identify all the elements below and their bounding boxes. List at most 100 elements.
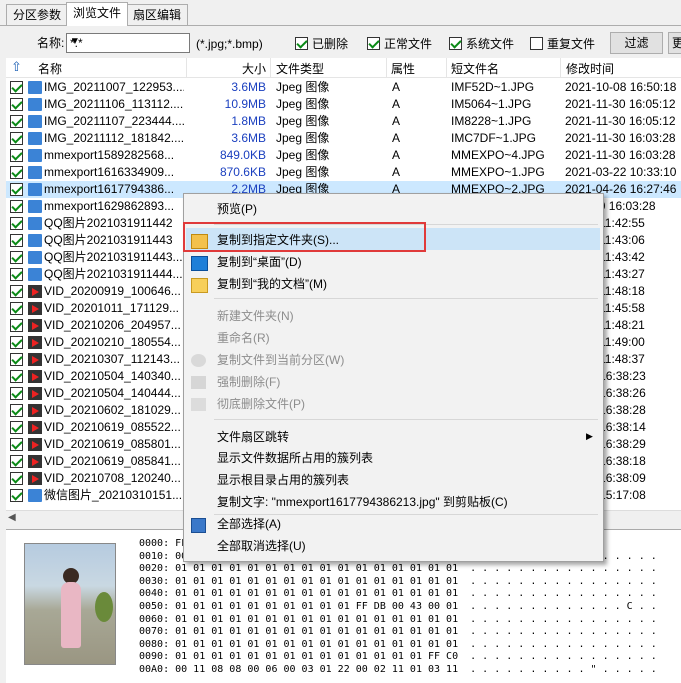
cell-name: 微信图片_20210310151...: [44, 488, 183, 502]
col-attr[interactable]: 属性: [391, 60, 415, 77]
table-row[interactable]: IMG_20211007_122953.... 3.6MB Jpeg 图像 A IMF5…: [6, 79, 681, 96]
row-checkbox[interactable]: [10, 387, 23, 400]
image-file-icon: [28, 489, 42, 502]
row-checkbox[interactable]: [10, 489, 23, 502]
column-divider: [270, 58, 271, 77]
row-checkbox[interactable]: [10, 268, 23, 281]
cell-name: QQ图片2021031911443: [44, 233, 173, 247]
row-checkbox[interactable]: [10, 285, 23, 298]
cell-name: VID_20210708_120240...: [44, 471, 181, 485]
row-checkbox[interactable]: [10, 81, 23, 94]
row-checkbox[interactable]: [10, 336, 23, 349]
menu-show-clusters[interactable]: 显示文件数据所占用的簇列表: [217, 451, 373, 465]
deleted-checkbox[interactable]: [295, 37, 308, 50]
cell-name: mmexport1629862893...: [44, 199, 175, 213]
table-row[interactable]: mmexport1589282568... 849.0KB Jpeg 图像 A MMEX…: [6, 147, 681, 164]
select-all-check-icon: [191, 518, 206, 533]
chevron-down-icon[interactable]: ▼: [70, 36, 186, 47]
menu-separator: [214, 514, 598, 515]
duplicate-files-label: 重复文件: [547, 37, 596, 51]
hex-line: 0070: 01 01 01 01 01 01 01 01 01 01 01 0…: [139, 626, 657, 638]
partition-icon: [191, 354, 206, 367]
image-file-icon: [28, 234, 42, 247]
cell-short-name: IMC7DF~1.JPG: [451, 131, 537, 145]
image-file-icon: [28, 200, 42, 213]
row-checkbox[interactable]: [10, 183, 23, 196]
col-short-name[interactable]: 短文件名: [451, 60, 499, 77]
tab-partition-params[interactable]: 分区参数: [6, 4, 69, 25]
row-checkbox[interactable]: [10, 132, 23, 145]
more-button[interactable]: 更: [668, 32, 681, 54]
menu-force-delete: 强制删除(F): [217, 375, 281, 389]
tab-sector-edit[interactable]: 扇区编辑: [126, 4, 189, 25]
video-file-icon: [28, 404, 42, 417]
col-modified[interactable]: 修改时间: [566, 60, 614, 77]
row-checkbox[interactable]: [10, 404, 23, 417]
cell-short-name: IM5064~1.JPG: [451, 97, 532, 111]
row-checkbox[interactable]: [10, 421, 23, 434]
menu-copy-text[interactable]: 复制文字: "mmexport1617794386213.jpg" 到剪贴板(C…: [217, 495, 508, 509]
video-file-icon: [28, 285, 42, 298]
up-folder-icon[interactable]: ⇧: [11, 59, 22, 75]
menu-copy-to-mydocs[interactable]: 复制到“我的文档”(M): [217, 277, 327, 291]
extension-hint: (*.jpg;*.bmp): [196, 37, 263, 51]
row-checkbox[interactable]: [10, 234, 23, 247]
table-row[interactable]: IMG_20211106_113112.... 10.9MB Jpeg 图像 A IM5…: [6, 96, 681, 113]
col-size[interactable]: 大小: [242, 60, 266, 77]
cell-name: VID_20210619_085522...: [44, 420, 181, 434]
image-file-icon: [28, 217, 42, 230]
video-file-icon: [28, 353, 42, 366]
table-row[interactable]: IMG_20211107_223444.... 1.8MB Jpeg 图像 A IM82…: [6, 113, 681, 130]
row-checkbox[interactable]: [10, 217, 23, 230]
cell-name: VID_20210602_181029...: [44, 403, 181, 417]
menu-copy-to-desktop[interactable]: 复制到“桌面”(D): [217, 255, 302, 269]
row-checkbox[interactable]: [10, 438, 23, 451]
cell-attr: A: [392, 148, 401, 162]
menu-preview[interactable]: 预览(P): [217, 202, 257, 216]
cell-name: VID_20210619_085801...: [44, 437, 181, 451]
video-file-icon: [28, 319, 42, 332]
table-row[interactable]: IMG_20211112_181842.... 3.6MB Jpeg 图像 A IMC7…: [6, 130, 681, 147]
duplicate-files-checkbox[interactable]: [530, 37, 543, 50]
table-row[interactable]: mmexport1616334909... 870.6KB Jpeg 图像 A MMEX…: [6, 164, 681, 181]
menu-separator: [214, 419, 598, 420]
name-filter-label: 名称:: [37, 36, 65, 50]
menu-sector-jump[interactable]: 文件扇区跳转: [217, 430, 289, 444]
row-checkbox[interactable]: [10, 472, 23, 485]
row-checkbox[interactable]: [10, 353, 23, 366]
normal-files-checkbox[interactable]: [367, 37, 380, 50]
row-checkbox[interactable]: [10, 319, 23, 332]
row-checkbox[interactable]: [10, 455, 23, 468]
image-file-icon: [28, 149, 42, 162]
menu-show-root-clusters[interactable]: 显示根目录占用的簇列表: [217, 473, 349, 487]
cell-name: IMG_20211007_122953....: [44, 80, 184, 94]
row-checkbox[interactable]: [10, 166, 23, 179]
tab-browse-files[interactable]: 浏览文件: [66, 2, 129, 26]
hex-line: 0090: 01 01 01 01 01 01 01 01 01 01 01 0…: [139, 651, 657, 663]
row-checkbox[interactable]: [10, 370, 23, 383]
row-checkbox[interactable]: [10, 149, 23, 162]
row-checkbox[interactable]: [10, 98, 23, 111]
cell-modified: 2021-11-30 16:03:28: [565, 148, 676, 162]
cell-size: 870.6KB: [219, 165, 266, 179]
column-divider: [386, 58, 387, 77]
col-type[interactable]: 文件类型: [276, 60, 324, 77]
row-checkbox[interactable]: [10, 200, 23, 213]
menu-deselect-all[interactable]: 全部取消选择(U): [217, 539, 306, 553]
hex-line: 0050: 01 01 01 01 01 01 01 01 01 01 FF D…: [139, 600, 657, 612]
cell-type: Jpeg 图像: [276, 114, 330, 128]
menu-select-all[interactable]: 全部选择(A): [217, 517, 281, 531]
row-checkbox[interactable]: [10, 115, 23, 128]
col-name[interactable]: 名称: [38, 60, 62, 77]
filter-button[interactable]: 过滤: [610, 32, 663, 54]
row-checkbox[interactable]: [10, 302, 23, 315]
cell-type: Jpeg 图像: [276, 131, 330, 145]
hex-line: 0030: 01 01 01 01 01 01 01 01 01 01 01 0…: [139, 575, 657, 587]
system-files-checkbox[interactable]: [449, 37, 462, 50]
video-file-icon: [28, 302, 42, 315]
name-filter-combo[interactable]: *.* ▼: [66, 33, 190, 53]
cell-name: IMG_20211112_181842....: [44, 131, 184, 145]
cell-name: mmexport1616334909...: [44, 165, 175, 179]
row-checkbox[interactable]: [10, 251, 23, 264]
scroll-left-icon[interactable]: ◀: [8, 512, 16, 523]
